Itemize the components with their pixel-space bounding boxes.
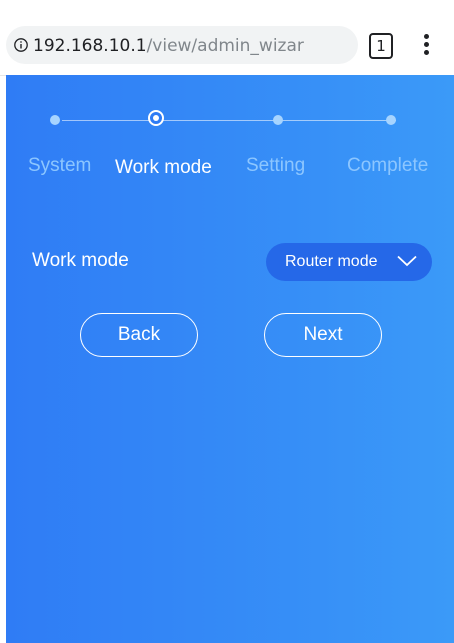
work-mode-label: Work mode <box>32 250 129 271</box>
chevron-down-icon <box>397 255 417 267</box>
step-progress-line <box>62 120 396 121</box>
step-dot-setting <box>273 115 283 125</box>
kebab-menu-icon[interactable] <box>422 34 430 58</box>
browser-toolbar: 192.168.10.1/view/admin_wizar 1 <box>0 0 454 76</box>
work-mode-select[interactable]: Router mode <box>266 243 432 281</box>
step-dot-work-mode <box>148 110 164 126</box>
step-label-system: System <box>28 155 92 176</box>
url-path: /view/admin_wizar <box>146 36 304 56</box>
step-dot-system <box>50 115 60 125</box>
step-label-work-mode: Work mode <box>115 157 212 178</box>
step-label-setting: Setting <box>246 155 306 176</box>
step-label-complete: Complete <box>347 155 429 176</box>
wizard-page: System Work mode Setting Complete Work m… <box>6 75 454 643</box>
info-circle-icon[interactable] <box>14 38 28 52</box>
next-button[interactable]: Next <box>264 313 382 357</box>
step-dot-complete <box>386 115 396 125</box>
work-mode-select-value: Router mode <box>285 253 378 270</box>
back-button[interactable]: Back <box>80 313 198 357</box>
tab-switcher-button[interactable]: 1 <box>369 33 393 59</box>
url-host: 192.168.10.1 <box>33 36 147 56</box>
url-text[interactable]: 192.168.10.1/view/admin_wizar <box>33 34 304 58</box>
